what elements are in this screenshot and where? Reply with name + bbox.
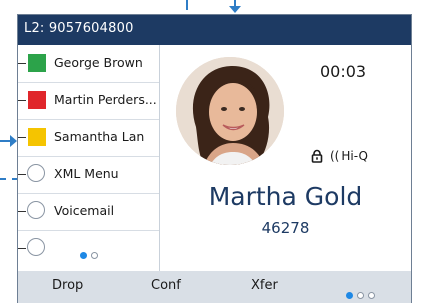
line-key-martin-perders[interactable]: Martin Perders... xyxy=(18,82,159,120)
softkey-bar: Drop Conf Xfer xyxy=(18,271,411,303)
page-dot xyxy=(368,292,375,299)
line-key-tick xyxy=(18,63,26,64)
presence-away-icon xyxy=(28,128,46,146)
line-key-george-brown[interactable]: George Brown xyxy=(18,45,159,83)
line-key-page-indicator[interactable] xyxy=(80,244,102,263)
line-key-tick xyxy=(18,100,26,101)
line-key-label: XML Menu xyxy=(54,166,119,181)
hiq-audio-icon: (( xyxy=(330,149,340,163)
page-dot xyxy=(91,252,98,259)
page-dot xyxy=(357,292,364,299)
callout-arrow xyxy=(10,135,17,147)
callout-line xyxy=(186,0,188,10)
line-key-tick xyxy=(18,137,26,138)
presence-busy-icon xyxy=(28,91,46,109)
caller-avatar xyxy=(176,57,284,165)
line-key-xml-menu[interactable]: XML Menu xyxy=(18,156,159,194)
line-key-empty[interactable] xyxy=(18,230,159,267)
line-key-label: George Brown xyxy=(54,55,143,70)
line-key-circle-icon xyxy=(27,164,45,182)
callout-arrow xyxy=(229,6,241,13)
status-bar: L2: 9057604800 xyxy=(18,15,411,45)
conf-softkey[interactable]: Conf xyxy=(151,278,181,293)
line-key-label: Samantha Lan xyxy=(54,129,145,144)
line-key-circle-icon xyxy=(27,238,45,256)
drop-softkey[interactable]: Drop xyxy=(52,278,83,293)
hiq-label: Hi-Q xyxy=(341,149,368,163)
line-key-tick xyxy=(18,248,26,249)
call-timer: 00:03 xyxy=(320,62,367,81)
line-keys-panel: George Brown Martin Perders... Samantha … xyxy=(18,45,160,271)
line-title: L2: 9057604800 xyxy=(24,21,134,36)
caller-photo xyxy=(176,57,284,165)
line-key-samantha-lan[interactable]: Samantha Lan xyxy=(18,119,159,157)
xfer-softkey[interactable]: Xfer xyxy=(251,278,278,293)
line-key-label: Voicemail xyxy=(54,203,115,218)
presence-available-icon xyxy=(28,54,46,72)
call-screen: 00:03 ((Hi-Q Martha Gold 46278 xyxy=(160,45,411,271)
line-key-tick xyxy=(18,211,26,212)
callout-dashed-line xyxy=(0,178,18,180)
page-dot-active xyxy=(80,252,87,259)
line-key-tick xyxy=(18,174,26,175)
line-key-voicemail[interactable]: Voicemail xyxy=(18,193,159,231)
caller-number: 46278 xyxy=(261,219,310,237)
softkey-page-indicator[interactable] xyxy=(346,284,379,303)
line-key-label: Martin Perders... xyxy=(54,92,157,107)
page-dot-active xyxy=(346,292,353,299)
hiq-audio-indicator: ((Hi-Q xyxy=(330,149,368,163)
caller-name: Martha Gold xyxy=(208,182,363,211)
line-key-circle-icon xyxy=(27,201,45,219)
phone-screen: L2: 9057604800 George Brown Martin Perde… xyxy=(17,14,412,303)
lock-icon xyxy=(311,149,323,163)
